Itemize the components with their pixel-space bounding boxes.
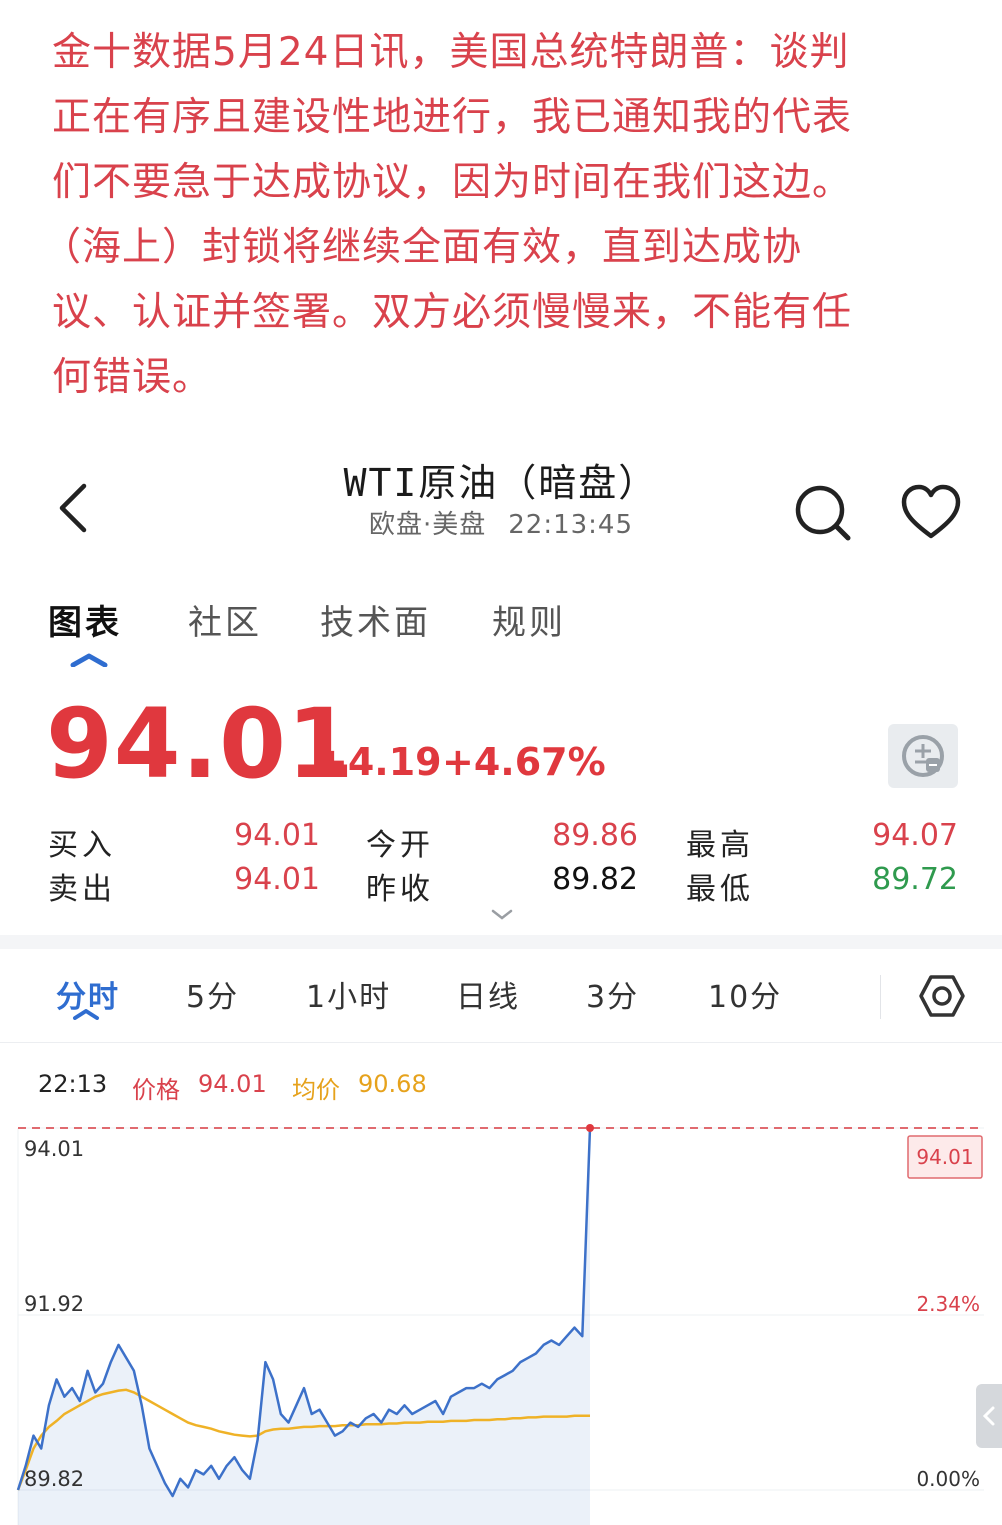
open-value: 89.86 [552, 818, 638, 853]
price-change: +4.19 [316, 740, 442, 784]
chart-price-value: 94.01 [198, 1070, 267, 1098]
period-tab-1hour[interactable]: 1小时 [306, 972, 391, 1016]
price-area [18, 1128, 590, 1525]
tab-community[interactable]: 社区 [188, 595, 262, 644]
tab-indicator [70, 653, 108, 667]
chart-price-label: 价格 [132, 1076, 180, 1104]
tab-technical[interactable]: 技术面 [320, 595, 431, 644]
heart-icon[interactable] [898, 480, 964, 546]
session-label: 欧盘·美盘 [368, 510, 487, 540]
search-icon[interactable] [790, 480, 856, 546]
news-line: 何错误。 [52, 355, 213, 400]
ask-label: 卖出 [48, 872, 116, 907]
price-change-pct: +4.67% [442, 740, 606, 784]
prev-close-label: 昨收 [366, 872, 434, 907]
open-label: 今开 [366, 828, 434, 863]
period-tab-5min[interactable]: 5分 [186, 972, 239, 1016]
current-price-dot [586, 1124, 594, 1132]
period-tab-indicator [73, 1009, 99, 1020]
y-tick-label-right: 0.00% [916, 1467, 980, 1491]
high-value: 94.07 [872, 818, 958, 853]
chart-avg-value: 90.68 [358, 1070, 427, 1098]
hover-price-label: 94.01 [916, 1145, 973, 1169]
calculator-button[interactable] [888, 724, 958, 788]
session-time: 22:13:45 [508, 510, 634, 540]
news-line: 正在有序且建设性地进行，我已通知我的代表 [52, 95, 853, 140]
news-text: 金十数据5月24日讯，美国总统特朗普：谈判 正在有序且建设性地进行，我已通知我的… [42, 20, 952, 410]
bid-label: 买入 [48, 828, 116, 863]
period-tab-10min[interactable]: 10分 [708, 972, 782, 1016]
last-price: 94.01 [46, 688, 355, 800]
chart-time: 22:13 [38, 1070, 108, 1098]
intraday-chart[interactable]: 94.0191.9289.824.66%2.34%0.00%94.01 [0, 1110, 1002, 1525]
tab-rules[interactable]: 规则 [492, 595, 566, 644]
news-line: 们不要急于达成协议，因为时间在我们这边。 [52, 160, 853, 205]
bid-value: 94.01 [234, 818, 320, 853]
prev-close-value: 89.82 [552, 862, 638, 897]
main-tabs: 图表 社区 技术面 规则 [0, 595, 1002, 675]
news-line: 议、认证并签署。双方必须慢慢来，不能有任 [52, 290, 853, 335]
hexagon-settings-icon[interactable] [918, 972, 966, 1020]
y-tick-label-left: 89.82 [24, 1467, 84, 1491]
chart-avg-label: 均价 [292, 1076, 340, 1104]
period-tab-daily[interactable]: 日线 [456, 972, 520, 1016]
tab-chart[interactable]: 图表 [48, 595, 122, 644]
news-line: 金十数据5月24日讯，美国总统特朗普：谈判 [52, 30, 850, 75]
tab-separator [880, 975, 881, 1019]
period-tabs: 分时 5分 1小时 日线 3分 10分 [0, 950, 1002, 1043]
period-tab-3min[interactable]: 3分 [586, 972, 639, 1016]
ask-value: 94.01 [234, 862, 320, 897]
y-tick-label-left: 91.92 [24, 1292, 84, 1316]
news-line: （海上）封锁将继续全面有效，直到达成协 [42, 225, 803, 270]
high-label: 最高 [686, 828, 754, 863]
y-tick-label-right: 2.34% [916, 1292, 980, 1316]
low-value: 89.72 [872, 862, 958, 897]
y-tick-label-left: 94.01 [24, 1137, 84, 1161]
low-label: 最低 [686, 872, 754, 907]
section-divider [0, 935, 1002, 949]
chevron-left-icon [982, 1406, 995, 1426]
chevron-down-icon[interactable] [490, 908, 514, 922]
nav-header: WTI原油（暗盘） 欧盘·美盘 22:13:45 [0, 440, 1002, 560]
side-panel-handle[interactable] [976, 1384, 1002, 1448]
calculator-icon [902, 735, 944, 777]
